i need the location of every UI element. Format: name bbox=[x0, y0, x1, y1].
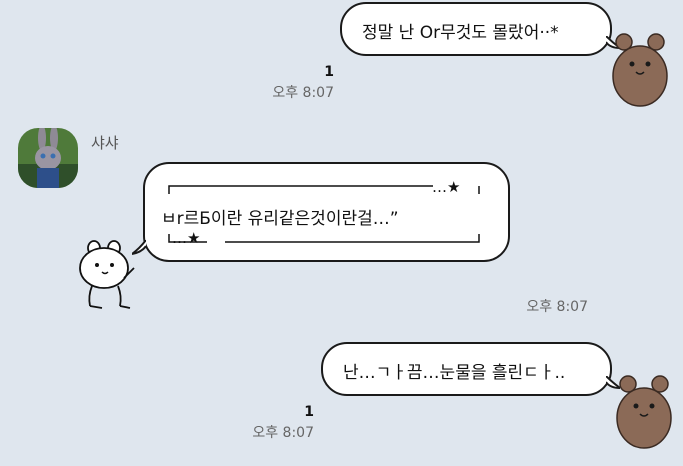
frame-top-ornament: …★ bbox=[432, 178, 461, 196]
frame-bottom-ornament: …★ bbox=[172, 229, 201, 247]
brown-bear-sticker-icon bbox=[612, 33, 668, 107]
message-text: 정말 난 Or무것도 몰랐어··* bbox=[362, 23, 559, 43]
sender-avatar[interactable] bbox=[18, 128, 78, 188]
message-meta-3: 1 오후 8:07 bbox=[252, 404, 314, 442]
message-bubble-sent-3[interactable]: 난…ㄱㅏ끔…눈물을 흘린ㄷㅏ.. bbox=[321, 342, 612, 396]
message-meta-2: 오후 8:07 bbox=[526, 296, 588, 316]
sender-name: 샤샤 bbox=[91, 134, 119, 152]
message-bubble-received-2[interactable]: …★ ㅂr르Б이란 유리같은것이란걸…” …★ bbox=[143, 162, 510, 262]
timestamp: 오후 8:07 bbox=[252, 425, 314, 441]
white-rabbit-sticker-icon bbox=[79, 240, 135, 309]
timestamp: 오후 8:07 bbox=[272, 85, 334, 101]
message-bubble-sent-1[interactable]: 정말 난 Or무것도 몰랐어··* bbox=[340, 2, 612, 56]
message-text: ㅂr르Б이란 유리같은것이란걸…” bbox=[161, 209, 399, 229]
brown-bear-sticker-icon bbox=[616, 375, 672, 449]
unread-count: 1 bbox=[304, 404, 314, 420]
message-meta-1: 1 오후 8:07 bbox=[272, 64, 334, 102]
message-text: 난…ㄱㅏ끔…눈물을 흘린ㄷㅏ.. bbox=[343, 363, 566, 383]
bunny-avatar-image bbox=[18, 128, 78, 188]
unread-count: 1 bbox=[324, 64, 334, 80]
timestamp: 오후 8:07 bbox=[526, 299, 588, 315]
